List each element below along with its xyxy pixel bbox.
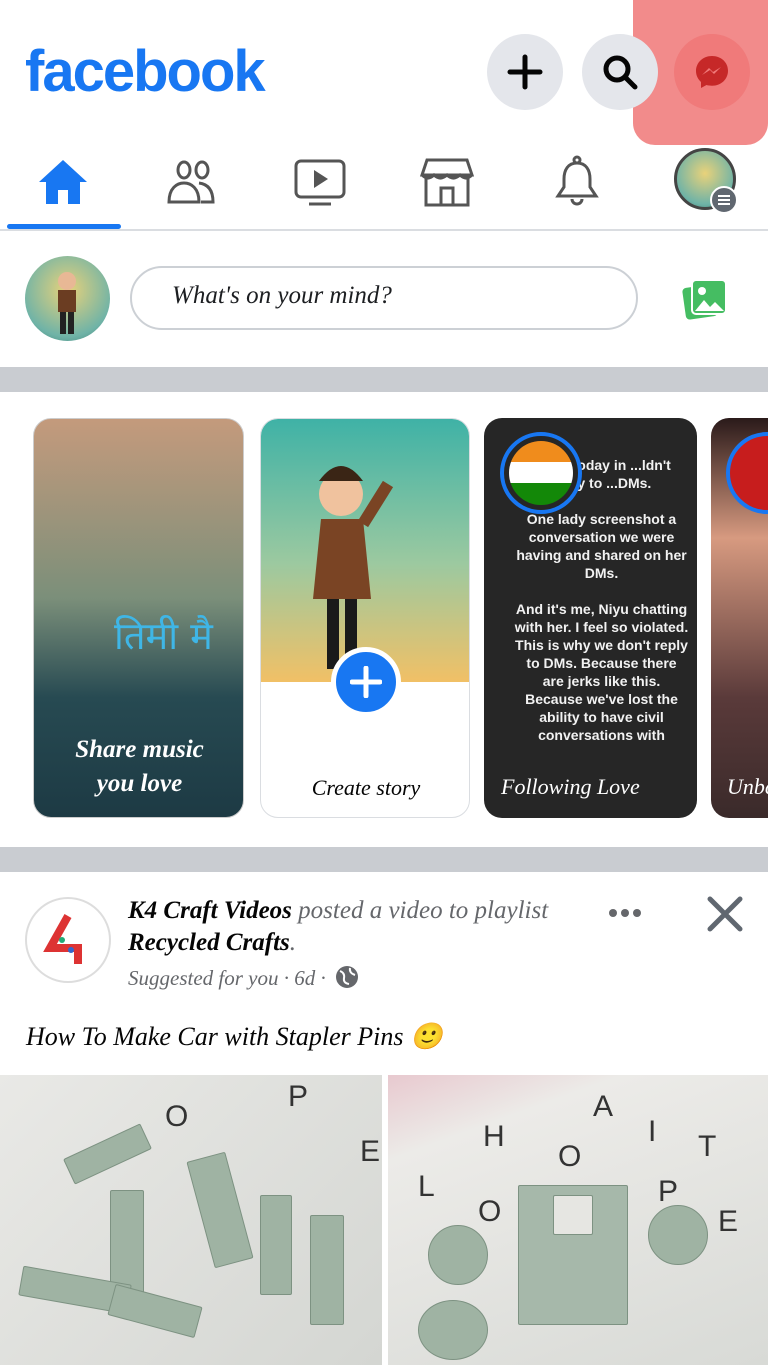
story-avatar-image bbox=[261, 419, 469, 682]
story-card-following-love[interactable]: ...son today in ...ldn't reply to ...DMs… bbox=[484, 418, 697, 818]
tab-marketplace[interactable] bbox=[415, 150, 479, 214]
photo-button[interactable] bbox=[682, 278, 728, 325]
post-video-frame-1[interactable]: OPE bbox=[0, 1075, 382, 1365]
post-caption: How To Make Car with Stapler Pins 🙂 bbox=[26, 1022, 443, 1051]
tab-friends[interactable] bbox=[160, 150, 224, 214]
story-author-avatar bbox=[726, 432, 768, 514]
post-meta: Suggested for you · 6d · bbox=[128, 965, 359, 991]
messenger-button[interactable] bbox=[674, 34, 750, 110]
more-icon bbox=[609, 909, 641, 917]
plus-icon bbox=[507, 54, 543, 90]
story-author-avatar bbox=[500, 432, 582, 514]
marketplace-icon bbox=[419, 158, 475, 207]
story-label: Create story bbox=[311, 775, 421, 800]
user-avatar[interactable] bbox=[25, 256, 110, 341]
home-icon bbox=[39, 160, 87, 204]
page-avatar[interactable] bbox=[25, 897, 111, 983]
tab-notifications[interactable] bbox=[545, 150, 609, 214]
section-separator bbox=[0, 847, 768, 872]
tab-home[interactable] bbox=[31, 150, 95, 214]
search-icon bbox=[603, 55, 638, 90]
friends-icon bbox=[167, 160, 215, 204]
tab-watch[interactable] bbox=[288, 150, 352, 214]
story-label: Following Love bbox=[501, 774, 640, 799]
plus-icon bbox=[350, 666, 382, 698]
photo-icon bbox=[682, 279, 727, 320]
story-label: Unbe bbox=[727, 774, 768, 799]
whats-on-your-mind-input[interactable]: What's on your mind? bbox=[130, 266, 638, 330]
story-label: Share music you love bbox=[75, 736, 204, 797]
post-video-frame-2[interactable]: AIT HOLOPE bbox=[388, 1075, 768, 1365]
author-link[interactable]: K4 Craft Videos bbox=[128, 897, 292, 924]
story-overlay-text: तिमी मै bbox=[114, 614, 213, 658]
section-separator bbox=[0, 367, 768, 392]
create-button[interactable] bbox=[487, 34, 563, 110]
add-story-button[interactable] bbox=[331, 647, 401, 717]
story-card-4[interactable]: Unbe bbox=[711, 418, 768, 818]
post-header: K4 Craft Videos posted a video to playli… bbox=[128, 897, 549, 956]
tab-menu[interactable] bbox=[672, 146, 738, 214]
menu-icon bbox=[710, 186, 738, 214]
globe-icon bbox=[335, 966, 358, 988]
facebook-logo: facebook bbox=[25, 39, 266, 104]
playlist-link[interactable]: Recycled Crafts bbox=[128, 929, 290, 956]
hide-post-button[interactable] bbox=[706, 895, 744, 938]
watch-icon bbox=[294, 159, 346, 206]
search-button[interactable] bbox=[582, 34, 658, 110]
close-icon bbox=[707, 896, 743, 932]
notifications-icon bbox=[555, 155, 599, 206]
story-card-music[interactable]: तिमी मै Share music you love bbox=[33, 418, 244, 818]
divider bbox=[0, 229, 768, 231]
create-story-card[interactable]: Create story bbox=[260, 418, 470, 818]
main-nav bbox=[0, 140, 768, 230]
more-options-button[interactable] bbox=[605, 898, 645, 933]
messenger-icon bbox=[696, 56, 728, 88]
